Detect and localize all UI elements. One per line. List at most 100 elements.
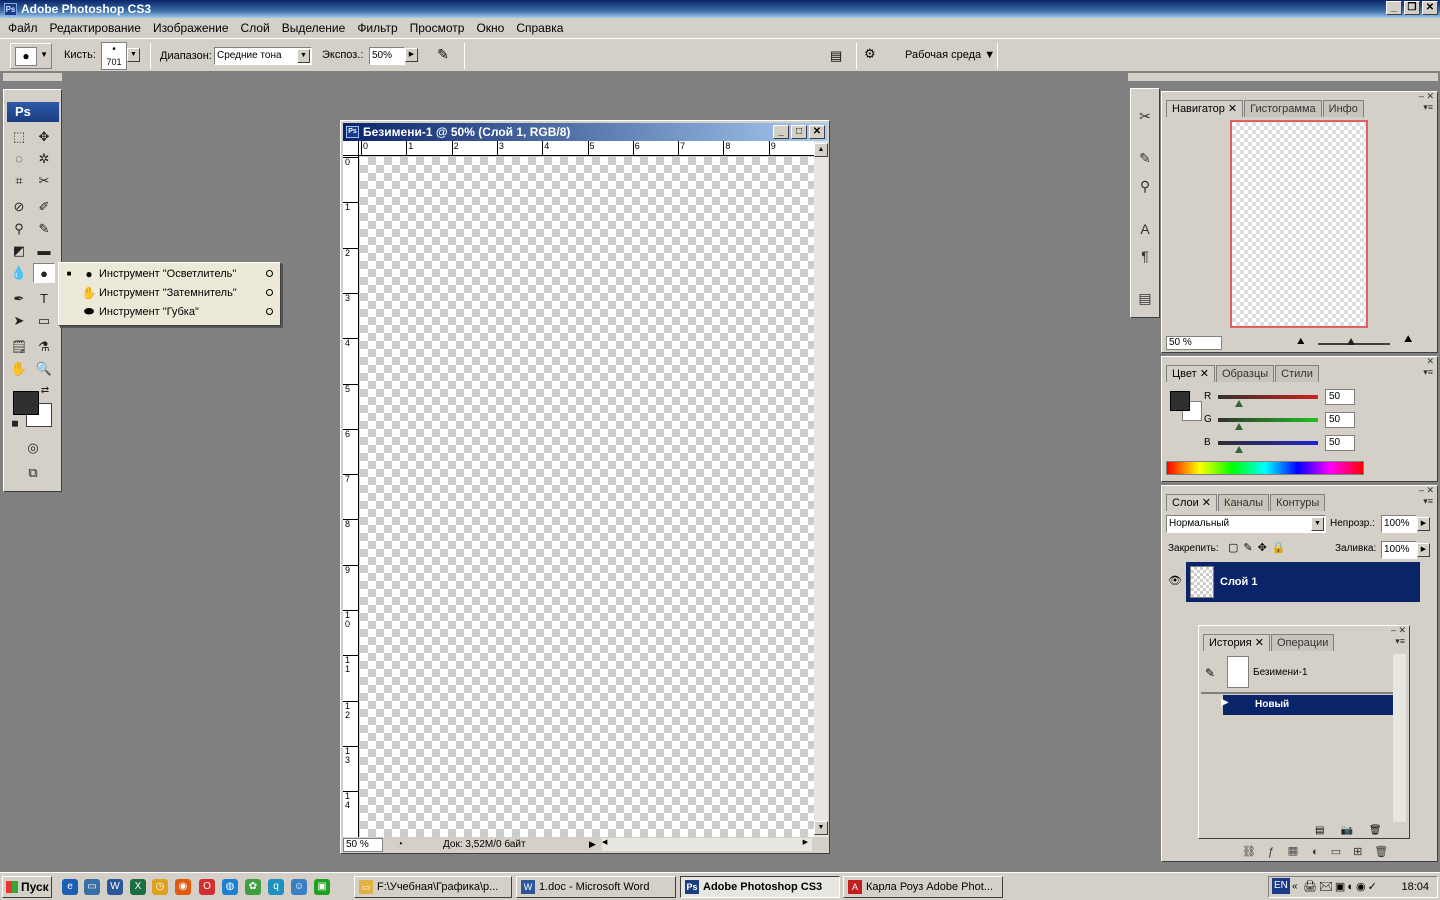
menu-filter[interactable]: Фильтр bbox=[351, 21, 403, 35]
swap-colors-icon[interactable]: ⇄ bbox=[38, 384, 52, 398]
eraser-tool-icon[interactable]: ◩ bbox=[8, 241, 30, 261]
rectangle-tool-icon[interactable]: ▭ bbox=[33, 311, 55, 331]
clone-source-icon[interactable]: ⚲ bbox=[1134, 175, 1156, 197]
clone-stamp-tool-icon[interactable]: ⚲ bbox=[8, 219, 30, 239]
start-button[interactable]: Пуск bbox=[2, 876, 52, 898]
tray-expand-icon[interactable]: « bbox=[1292, 877, 1298, 897]
scroll-up-button[interactable]: ▲ bbox=[814, 143, 828, 157]
workspace-button[interactable]: Рабочая среда ▼ bbox=[905, 49, 995, 61]
menu-image[interactable]: Изображение bbox=[147, 21, 235, 35]
eye-icon[interactable]: 👁 bbox=[1168, 574, 1182, 587]
panel-minimize-close-icon[interactable]: – ✕ bbox=[1419, 91, 1434, 102]
panel-menu-icon[interactable]: ▾≡ bbox=[1423, 102, 1433, 113]
status-menu-arrow[interactable]: ▶ bbox=[589, 839, 596, 850]
opacity-arrow[interactable]: ▶ bbox=[1417, 517, 1430, 531]
doc-minimize-button[interactable]: _ bbox=[773, 125, 789, 139]
menu-help[interactable]: Справка bbox=[510, 21, 569, 35]
tab-styles[interactable]: Стили bbox=[1275, 365, 1319, 382]
snapshot-name[interactable]: Безимени-1 bbox=[1253, 667, 1308, 678]
clock-app-icon[interactable]: ◷ bbox=[152, 879, 168, 895]
brush-picker[interactable]: • 701 bbox=[101, 42, 127, 70]
slice-tool-icon[interactable]: ✂ bbox=[33, 171, 55, 191]
task-word[interactable]: W 1.doc - Microsoft Word bbox=[516, 876, 676, 898]
history-actions-icons[interactable]: ▤📷🗑 bbox=[1315, 825, 1398, 836]
zoom-in-icon[interactable]: ⛰ bbox=[1404, 334, 1412, 345]
scroll-left-button[interactable]: ◀ bbox=[602, 838, 607, 846]
scroll-down-button[interactable]: ▼ bbox=[814, 821, 828, 835]
path-selection-tool-icon[interactable]: ➤ bbox=[8, 311, 30, 331]
color-fg-swatch[interactable] bbox=[1170, 391, 1190, 411]
gradient-tool-icon[interactable]: ▬ bbox=[33, 241, 55, 261]
fill-input[interactable]: 100% bbox=[1381, 541, 1417, 559]
move-tool-icon[interactable]: ✥ bbox=[33, 127, 55, 147]
lasso-tool-icon[interactable]: ◌ bbox=[8, 149, 30, 169]
marquee-tool-icon[interactable]: ⬚ bbox=[8, 127, 30, 147]
flyout-item-burn[interactable]: ✋ Инструмент "Затемнитель" bbox=[59, 283, 280, 302]
default-colors-icon[interactable]: ◼ bbox=[8, 416, 22, 430]
tab-paths[interactable]: Контуры bbox=[1270, 494, 1326, 511]
tab-layers[interactable]: Слои ✕ bbox=[1166, 494, 1218, 511]
blue-slider-track[interactable] bbox=[1218, 441, 1318, 445]
network-icon[interactable]: ◍ bbox=[222, 879, 238, 895]
tab-channels[interactable]: Каналы bbox=[1218, 494, 1270, 511]
lock-icons[interactable]: ▢✎✥🔒 bbox=[1228, 541, 1291, 554]
eyedropper-tool-icon[interactable]: ⚗ bbox=[33, 337, 55, 357]
menu-view[interactable]: Просмотр bbox=[404, 21, 471, 35]
palette-well-icon[interactable]: ▤ bbox=[830, 48, 846, 64]
blend-mode-arrow[interactable]: ▼ bbox=[1311, 517, 1324, 531]
color-spectrum-bar[interactable] bbox=[1166, 461, 1364, 475]
desktop-icon[interactable]: ▭ bbox=[84, 879, 100, 895]
panel-menu-icon[interactable]: ▾≡ bbox=[1423, 496, 1433, 507]
zoom-tool-icon[interactable]: 🔍 bbox=[33, 359, 55, 379]
type-tool-icon[interactable]: T bbox=[33, 289, 55, 309]
range-dropdown-arrow[interactable]: ▼ bbox=[297, 49, 310, 63]
screen-mode-icon[interactable]: ⧉ bbox=[22, 463, 44, 483]
tab-histogram[interactable]: Гистограмма bbox=[1244, 100, 1322, 117]
blue-value-input[interactable]: 50 bbox=[1325, 435, 1355, 451]
exposure-input[interactable]: 50% bbox=[369, 47, 405, 65]
brush-tool-icon[interactable]: ✐ bbox=[33, 197, 55, 217]
tab-swatches[interactable]: Образцы bbox=[1215, 365, 1275, 382]
tab-actions[interactable]: Операции bbox=[1270, 634, 1335, 651]
airbrush-icon[interactable]: ✎ bbox=[432, 46, 454, 66]
vertical-scrollbar[interactable]: ▲ ▼ bbox=[814, 141, 828, 837]
panel-dock-strip[interactable] bbox=[1128, 73, 1438, 81]
panel-minimize-close-icon[interactable]: – ✕ bbox=[1419, 485, 1434, 496]
history-brush-tool-icon[interactable]: ✎ bbox=[33, 219, 55, 239]
tools-presets-icon[interactable]: ✂ bbox=[1134, 105, 1156, 127]
brushes-icon[interactable]: ✎ bbox=[1134, 147, 1156, 169]
paragraph-icon[interactable]: ¶ bbox=[1134, 245, 1156, 267]
character-icon[interactable]: A bbox=[1134, 218, 1156, 240]
opera-icon[interactable]: O bbox=[199, 879, 215, 895]
word-icon[interactable]: W bbox=[107, 879, 123, 895]
document-title-bar[interactable]: Ps Безимени-1 @ 50% (Слой 1, RGB/8) _ □ … bbox=[343, 123, 827, 141]
red-slider-track[interactable] bbox=[1218, 395, 1318, 399]
navigator-preview[interactable] bbox=[1230, 120, 1368, 328]
ruler-origin[interactable] bbox=[343, 141, 359, 156]
scroll-right-button[interactable]: ▶ bbox=[803, 838, 808, 846]
icq-icon[interactable]: ✿ bbox=[245, 879, 261, 895]
restore-button[interactable]: ❐ bbox=[1404, 1, 1420, 15]
hand-tool-icon[interactable]: ✋ bbox=[8, 359, 30, 379]
history-step-row[interactable]: Новый bbox=[1223, 695, 1393, 715]
tab-navigator[interactable]: Навигатор ✕ bbox=[1166, 100, 1244, 117]
layer-row[interactable]: Слой 1 bbox=[1186, 562, 1420, 602]
history-scrollbar[interactable] bbox=[1393, 654, 1406, 822]
panel-menu-icon[interactable]: ▾≡ bbox=[1423, 367, 1433, 378]
messenger-icon[interactable]: ☺ bbox=[291, 879, 307, 895]
firefox-icon[interactable]: ◉ bbox=[175, 879, 191, 895]
green-slider-track[interactable] bbox=[1218, 418, 1318, 422]
red-slider-knob[interactable] bbox=[1235, 400, 1243, 407]
menu-layer[interactable]: Слой bbox=[235, 21, 276, 35]
minimize-button[interactable]: _ bbox=[1386, 1, 1402, 15]
tool-preset-picker[interactable]: ● ▼ bbox=[10, 43, 52, 69]
brush-dropdown-arrow[interactable]: ▼ bbox=[127, 48, 140, 62]
history-brush-source-icon[interactable]: ✎ bbox=[1205, 666, 1215, 680]
panel-minimize-close-icon[interactable]: ✕ bbox=[1426, 356, 1434, 367]
navigator-zoom-field[interactable]: 50 % bbox=[1166, 336, 1222, 350]
toolbox-collapse-strip[interactable] bbox=[3, 73, 62, 81]
crop-tool-icon[interactable]: ⌗ bbox=[8, 171, 30, 191]
menu-edit[interactable]: Редактирование bbox=[44, 21, 147, 35]
bridge-icon[interactable]: ⚙ bbox=[864, 46, 888, 66]
magic-wand-tool-icon[interactable]: ✲ bbox=[33, 149, 55, 169]
